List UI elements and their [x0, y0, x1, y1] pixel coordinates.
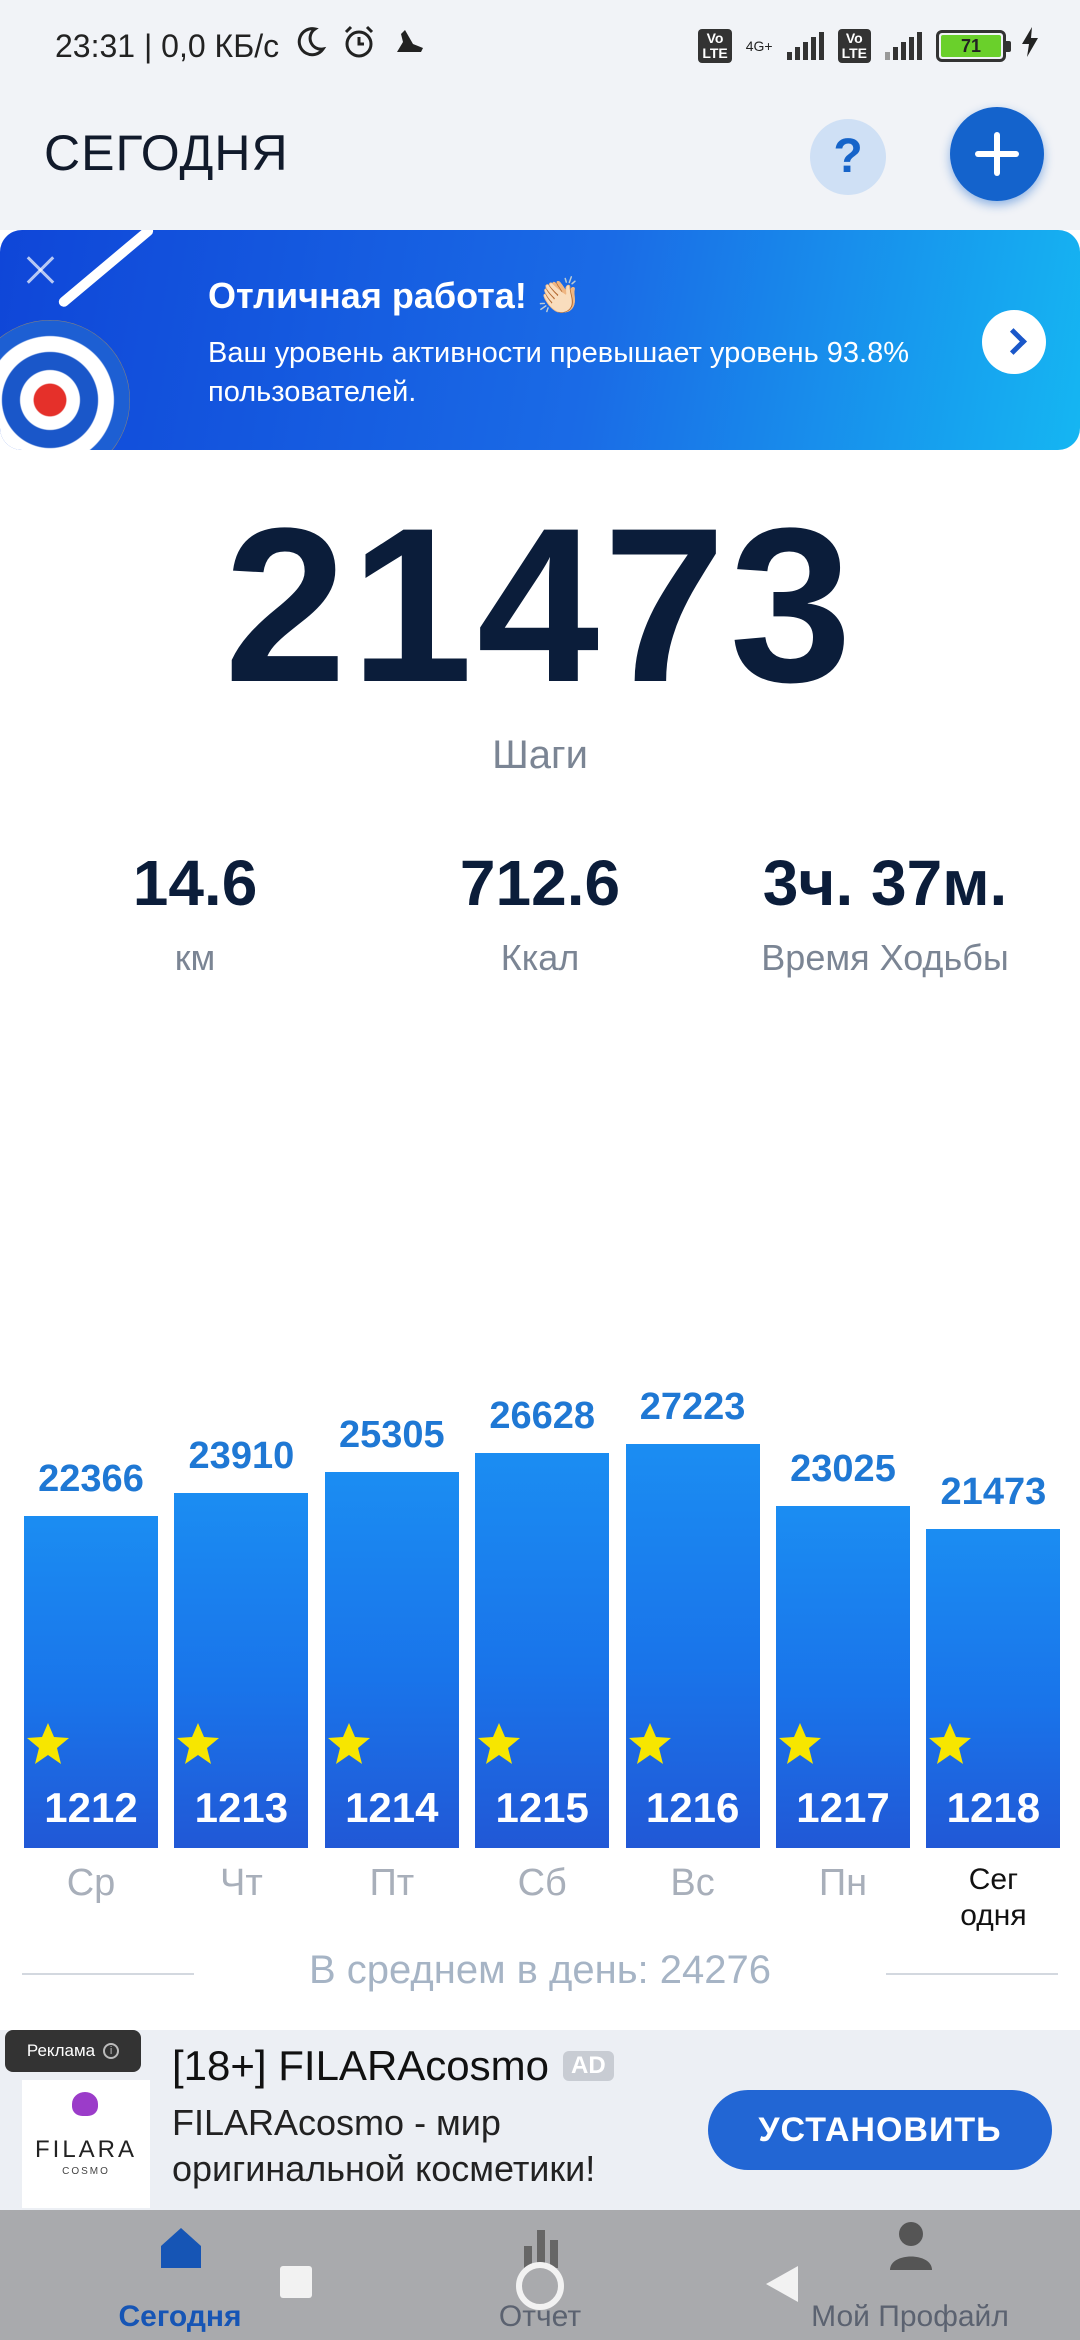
- chevron-right-icon[interactable]: [982, 310, 1046, 374]
- time-label: Время Ходьбы: [761, 937, 1009, 978]
- time-value: 3ч. 37м.: [762, 847, 1008, 919]
- banner-text: Ваш уровень активности превышает уровень…: [208, 337, 909, 408]
- target-icon: [0, 320, 130, 450]
- star-icon: [478, 1723, 521, 1764]
- bar-value-label: 23025: [790, 1448, 896, 1491]
- volte-icon: Vo LTE: [698, 29, 732, 63]
- bar-value-label: 27223: [639, 1385, 746, 1428]
- status-bar: 23:31 | 0,0 КБ/с Vo LTE 4G+ Vo LTE 71: [0, 0, 1080, 92]
- star-icon: [27, 1723, 69, 1764]
- bar-id-label: 1216: [645, 1784, 740, 1831]
- network-type: 4G+: [745, 38, 773, 54]
- ad-title-text: [18+] FILARAcosmo: [172, 2042, 549, 2089]
- ad-badge[interactable]: Реклама i: [5, 2030, 141, 2072]
- recents-button[interactable]: [280, 2266, 312, 2298]
- average-steps: В среднем в день: 24276: [308, 1948, 772, 1992]
- bar-value-label: 26628: [489, 1394, 596, 1437]
- status-time: 23:31 | 0,0 КБ/с: [55, 27, 280, 64]
- home-button[interactable]: [516, 2262, 564, 2310]
- volte-icon-2: Vo LTE: [837, 29, 871, 63]
- bar-id-label: 1213: [194, 1784, 289, 1831]
- alarm-icon: [341, 24, 377, 68]
- bar-id-label: 1217: [796, 1784, 890, 1831]
- steps-count: 21473: [224, 482, 856, 728]
- add-button[interactable]: [950, 107, 1044, 201]
- battery-level: 71: [941, 35, 1001, 57]
- distance-unit: км: [174, 937, 216, 978]
- tab-today-label: Сегодня: [118, 2300, 242, 2333]
- bar-id-label: 1218: [946, 1784, 1041, 1831]
- info-icon: i: [103, 2043, 120, 2059]
- bar-day-label: Пн: [818, 1862, 868, 1904]
- ad-logo: FILARA COSMO: [22, 2080, 150, 2208]
- bar-day-label: Ср: [66, 1862, 116, 1904]
- ad-title: [18+] FILARAcosmo AD: [172, 2042, 614, 2090]
- arrow-icon: [56, 230, 156, 309]
- bar-day-label: Пт: [369, 1862, 415, 1904]
- star-icon: [628, 1723, 671, 1764]
- bar-value-label: 25305: [338, 1414, 445, 1457]
- achievement-banner[interactable]: Отличная работа! 👏🏻 Ваш уровень активнос…: [0, 230, 1080, 450]
- distance-metric: 14.6 км: [95, 845, 295, 979]
- calories-metric: 712.6 Ккал: [410, 845, 670, 979]
- tab-profile-label: Мой Профайл: [811, 2300, 1009, 2333]
- ad-badge-label: Реклама: [26, 2041, 96, 2060]
- bar-day-label: Сб: [517, 1862, 567, 1904]
- bar-id-label: 1215: [495, 1784, 589, 1831]
- calories-value: 712.6: [459, 847, 621, 919]
- close-icon[interactable]: [20, 250, 60, 290]
- shoe-icon: [391, 24, 427, 68]
- ad-banner[interactable]: FILARA COSMO Реклама i [18+] FILARAcosmo…: [0, 2030, 1080, 2210]
- battery-icon: 71: [936, 30, 1011, 62]
- star-icon: [177, 1723, 220, 1764]
- signal-icon-2: [885, 32, 922, 60]
- bar-day-label: Вс: [670, 1862, 715, 1904]
- ad-description: FILARAcosmo - мир оригинальной косметики…: [172, 2102, 596, 2189]
- bar-id-label: 1212: [44, 1784, 138, 1831]
- star-icon: [327, 1723, 370, 1764]
- tab-today[interactable]: Сегодня: [70, 2210, 290, 2340]
- distance-value: 14.6: [132, 847, 258, 919]
- profile-icon: [890, 2222, 932, 2270]
- banner-title: Отличная работа! 👏🏻: [208, 275, 582, 316]
- ad-tag: AD: [563, 2051, 614, 2081]
- bar-value-label: 22366: [38, 1457, 144, 1500]
- ad-logo-sub: COSMO: [62, 2166, 110, 2177]
- bottom-nav: Сегодня Отчет Мой Профайл: [0, 2210, 1080, 2340]
- ad-logo-text: FILARA: [34, 2136, 138, 2163]
- install-button[interactable]: УСТАНОВИТЬ: [708, 2090, 1052, 2170]
- butterfly-icon: [72, 2092, 98, 2116]
- app-header: СЕГОДНЯ ?: [0, 92, 1080, 230]
- star-icon: [929, 1723, 972, 1764]
- tab-profile[interactable]: Мой Профайл: [780, 2210, 1040, 2340]
- moon-icon: [293, 25, 327, 67]
- help-button[interactable]: ?: [810, 119, 886, 195]
- back-button[interactable]: [762, 2262, 802, 2306]
- calories-unit: Ккал: [500, 937, 580, 978]
- star-icon: [779, 1723, 821, 1764]
- bar-day-label: Сег одня: [960, 1863, 1027, 1932]
- steps-label: Шаги: [492, 733, 588, 777]
- signal-icon: [786, 32, 824, 60]
- bar-id-label: 1214: [345, 1784, 439, 1831]
- home-icon: [161, 2228, 201, 2268]
- bar-value-label: 21473: [940, 1471, 1047, 1514]
- weekly-steps-chart: 22366 1212 Ср 23910 1213 Чт 25305 1214 Пт 26628 12…: [0, 1060, 1080, 1932]
- page-title: СЕГОДНЯ: [44, 125, 289, 181]
- bar-value-label: 23910: [188, 1434, 295, 1477]
- charging-icon: [1020, 26, 1040, 66]
- bar-day-label: Чт: [220, 1862, 263, 1904]
- time-metric: 3ч. 37м. Время Ходьбы: [735, 845, 1035, 979]
